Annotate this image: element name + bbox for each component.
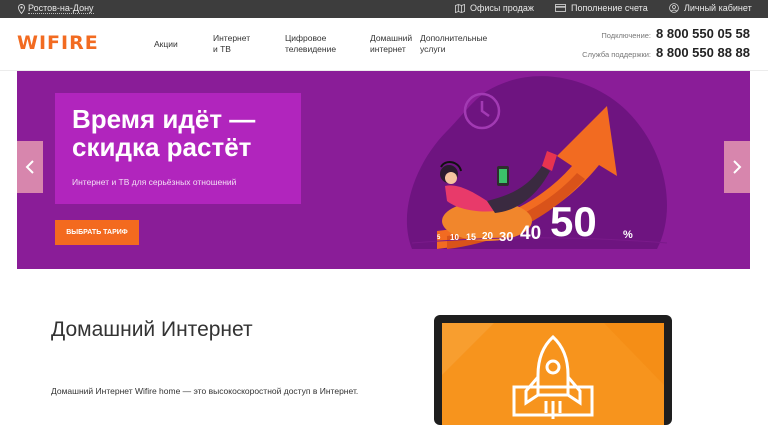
nav-item-digital-tv[interactable]: Цифровое телевидение bbox=[285, 33, 336, 55]
percent-sign: % bbox=[623, 229, 633, 241]
nav-label: услуги bbox=[420, 44, 446, 54]
nav-item-extra-services[interactable]: Дополнительные услуги bbox=[420, 33, 487, 55]
topup-link[interactable]: Пополнение счета bbox=[555, 3, 648, 13]
wallet-icon bbox=[555, 4, 566, 12]
choose-tariff-button[interactable]: ВЫБРАТЬ ТАРИФ bbox=[55, 220, 139, 245]
nav-label: и ТВ bbox=[213, 44, 231, 54]
scale-label: 10 bbox=[450, 233, 459, 242]
nav-label: телевидение bbox=[285, 44, 337, 54]
section-description: Домашний Интернет Wifire home — это высо… bbox=[51, 386, 359, 396]
account-link[interactable]: Личный кабинет bbox=[669, 3, 752, 13]
support-phone: Служба поддержки: 8 800 550 88 88 bbox=[582, 45, 750, 64]
scale-label: 5 bbox=[437, 235, 441, 241]
nav-label: Интернет bbox=[213, 33, 251, 43]
location-pin-icon bbox=[18, 3, 25, 14]
phone-number[interactable]: 8 800 550 88 88 bbox=[656, 45, 750, 60]
scale-label: 20 bbox=[482, 231, 494, 242]
offices-label: Офисы продаж bbox=[470, 3, 534, 13]
nav-label: Акции bbox=[154, 39, 178, 49]
slider-prev-button[interactable] bbox=[17, 141, 43, 193]
phone-block: Подключение: 8 800 550 05 58 Служба подд… bbox=[582, 26, 750, 64]
promo-subtitle: Интернет и ТВ для серьёзных отношений bbox=[72, 177, 237, 187]
phone-label: Подключение: bbox=[601, 31, 652, 40]
wifire-logo[interactable]: WIFIRE bbox=[17, 32, 99, 54]
promo-text-box: Время идёт — скидка растёт Интернет и ТВ… bbox=[55, 93, 301, 204]
nav-label: интернет bbox=[370, 44, 406, 54]
city-selector[interactable]: Ростов-на-Дону bbox=[18, 3, 94, 14]
user-icon bbox=[669, 3, 679, 13]
phone-number[interactable]: 8 800 550 05 58 bbox=[656, 26, 750, 41]
slider-next-button[interactable] bbox=[724, 141, 750, 193]
laptop-rocket-illustration bbox=[434, 315, 672, 425]
chevron-right-icon bbox=[733, 160, 742, 174]
chevron-left-icon bbox=[25, 160, 34, 174]
promo-banner[interactable]: 5 10 15 20 30 40 50 % Время идёт — скидк… bbox=[17, 71, 750, 269]
nav-item-home-internet[interactable]: Домашний интернет bbox=[370, 33, 412, 55]
connection-phone: Подключение: 8 800 550 05 58 bbox=[582, 26, 750, 45]
top-bar: Ростов-на-Дону Офисы продаж Пополнение с… bbox=[0, 0, 768, 18]
promo-title: Время идёт — скидка растёт bbox=[72, 105, 302, 161]
scale-label: 30 bbox=[499, 229, 514, 244]
promo-title-line: скидка растёт bbox=[72, 132, 252, 162]
section-title: Домашний Интернет bbox=[51, 318, 253, 341]
scale-label: 15 bbox=[466, 232, 477, 242]
topup-label: Пополнение счета bbox=[571, 3, 648, 13]
discount-value: 50 bbox=[550, 198, 597, 245]
phone-label: Служба поддержки: bbox=[582, 50, 652, 59]
site-header: WIFIRE Акции Интернет и ТВ Цифровое теле… bbox=[0, 18, 768, 71]
city-name: Ростов-на-Дону bbox=[28, 3, 94, 14]
map-icon bbox=[455, 3, 465, 13]
nav-label: Домашний bbox=[370, 33, 413, 43]
promo-title-line: Время идёт — bbox=[72, 104, 256, 134]
account-label: Личный кабинет bbox=[684, 3, 752, 13]
offices-link[interactable]: Офисы продаж bbox=[455, 3, 534, 13]
nav-label: Цифровое bbox=[285, 33, 327, 43]
scale-label: 40 bbox=[520, 223, 542, 244]
nav-item-internet-tv[interactable]: Интернет и ТВ bbox=[213, 33, 250, 55]
nav-item-promotions[interactable]: Акции bbox=[154, 39, 178, 50]
nav-label: Дополнительные bbox=[420, 33, 488, 43]
